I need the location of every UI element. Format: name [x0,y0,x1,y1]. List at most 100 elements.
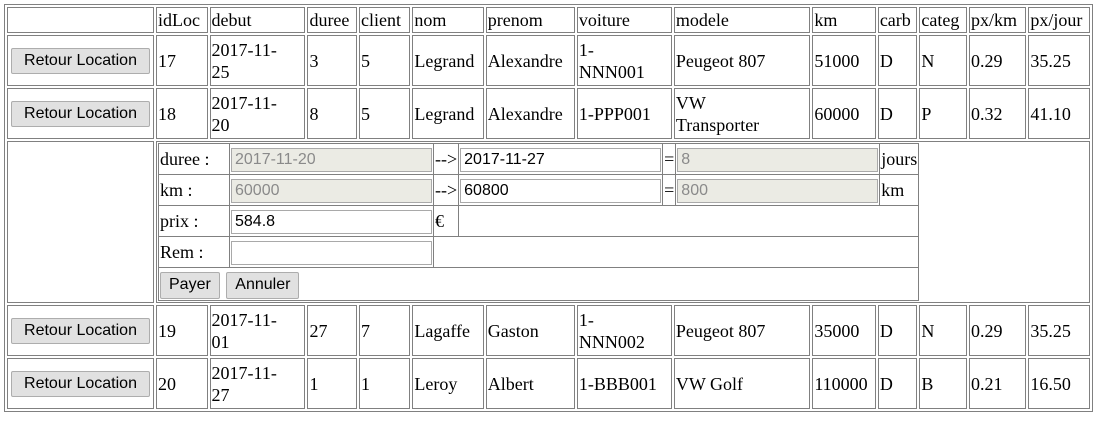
action-cell: Retour Location [7,35,154,86]
header-km: km [812,7,876,33]
cell-km: 60000 [812,88,876,139]
header-voiture: voiture [576,7,672,33]
cell-carb: D [877,88,918,139]
cell-categ: P [919,88,967,139]
modele-line-1: VW [675,92,706,113]
cell-modele: VW Transporter [673,88,811,139]
cell-voiture: 1- NNN001 [576,35,672,86]
payer-button[interactable]: Payer [160,271,220,299]
cell-debut: 2017-11- 20 [209,88,306,139]
duree-result-field[interactable] [677,147,879,172]
debut-line-1: 2017-11- [211,362,277,383]
cell-nom: Leroy [412,358,484,409]
debut-line-2: 01 [211,331,230,352]
debut-line-2: 27 [211,384,230,405]
debut-line-2: 25 [211,61,230,82]
debut-line-1: 2017-11- [211,92,277,113]
duree-end-field[interactable] [460,147,662,172]
cell-idloc: 19 [156,305,208,356]
cell-client: 5 [358,35,411,86]
header-px-km: px/km [968,7,1027,33]
cell-duree: 3 [307,35,357,86]
cell-px-km: 0.21 [968,358,1027,409]
rem-field[interactable] [231,240,432,265]
cell-modele: VW Golf [673,358,811,409]
locations-table: idLoc debut duree client nom prenom voit… [4,4,1093,412]
cell-prenom: Alexandre [485,88,575,139]
duree-equals: = [662,143,677,175]
header-categ: categ [919,7,967,33]
km-start-field[interactable] [231,178,432,203]
annuler-button[interactable]: Annuler [226,271,300,299]
cell-client: 7 [358,305,411,356]
cell-px-km: 0.32 [968,88,1027,139]
header-duree: duree [307,7,357,33]
km-result-field[interactable] [677,178,879,203]
form-empty-cell [7,141,154,303]
cell-px-jour: 35.25 [1028,35,1090,86]
duree-start-field[interactable] [231,147,432,172]
header-modele: modele [673,7,811,33]
prix-label: prix : [158,205,230,237]
voiture-line-1: 1- [578,39,594,60]
debut-line-1: 2017-11- [211,309,277,330]
voiture-line-1: 1- [578,309,594,330]
cell-km: 35000 [812,305,876,356]
cell-voiture: 1- NNN002 [576,305,672,356]
retour-location-button[interactable]: Retour Location [11,100,150,127]
form-rem-row: Rem : [158,236,920,268]
km-end-field[interactable] [460,178,662,203]
retour-location-button[interactable]: Retour Location [11,47,150,74]
header-client: client [358,7,411,33]
header-empty [7,7,154,33]
cell-idloc: 17 [156,35,208,86]
cell-debut: 2017-11- 25 [209,35,306,86]
cell-km: 51000 [812,35,876,86]
form-buttons-row: Payer Annuler [157,267,920,301]
km-arrow: --> [432,174,460,206]
action-cell: Retour Location [7,358,154,409]
duree-arrow: --> [432,143,460,175]
cell-client: 5 [358,88,411,139]
action-cell: Retour Location [7,88,154,139]
cell-px-km: 0.29 [968,35,1027,86]
duree-unit: jours [879,143,920,175]
voiture-line-2: NNN001 [578,61,645,82]
debut-line-2: 20 [211,114,230,135]
cell-debut: 2017-11- 01 [209,305,306,356]
cell-idloc: 20 [156,358,208,409]
table-row: Retour Location 19 2017-11- 01 27 7 Lagaf… [7,305,1090,356]
cell-categ: B [919,358,967,409]
header-idloc: idLoc [156,7,208,33]
retour-location-button[interactable]: Retour Location [11,370,150,397]
header-debut: debut [209,7,306,33]
voiture-line-2: NNN002 [578,331,645,352]
cell-client: 1 [358,358,411,409]
return-form-row: duree : --> = jours km : --> = km [7,141,1090,303]
cell-categ: N [919,305,967,356]
cell-nom: Legrand [412,35,484,86]
retour-location-button[interactable]: Retour Location [11,317,150,344]
cell-duree: 27 [307,305,357,356]
modele-line-2: Transporter [675,114,760,135]
prix-unit: € [432,205,460,237]
duree-label: duree : [158,143,230,175]
form-prix-row: prix : € [158,205,920,237]
cell-prenom: Alexandre [485,35,575,86]
km-label: km : [158,174,230,206]
prix-field[interactable] [231,209,432,234]
cell-px-jour: 35.25 [1028,305,1090,356]
km-equals: = [662,174,677,206]
table-row: Retour Location 20 2017-11- 27 1 1 Leroy … [7,358,1090,409]
cell-voiture: 1-BBB001 [576,358,672,409]
cell-categ: N [919,35,967,86]
cell-modele: Peugeot 807 [673,35,811,86]
cell-voiture: 1-PPP001 [576,88,672,139]
cell-duree: 1 [307,358,357,409]
cell-idloc: 18 [156,88,208,139]
cell-carb: D [877,35,918,86]
cell-km: 110000 [812,358,876,409]
header-prenom: prenom [485,7,575,33]
cell-duree: 8 [307,88,357,139]
km-unit: km [879,174,920,206]
